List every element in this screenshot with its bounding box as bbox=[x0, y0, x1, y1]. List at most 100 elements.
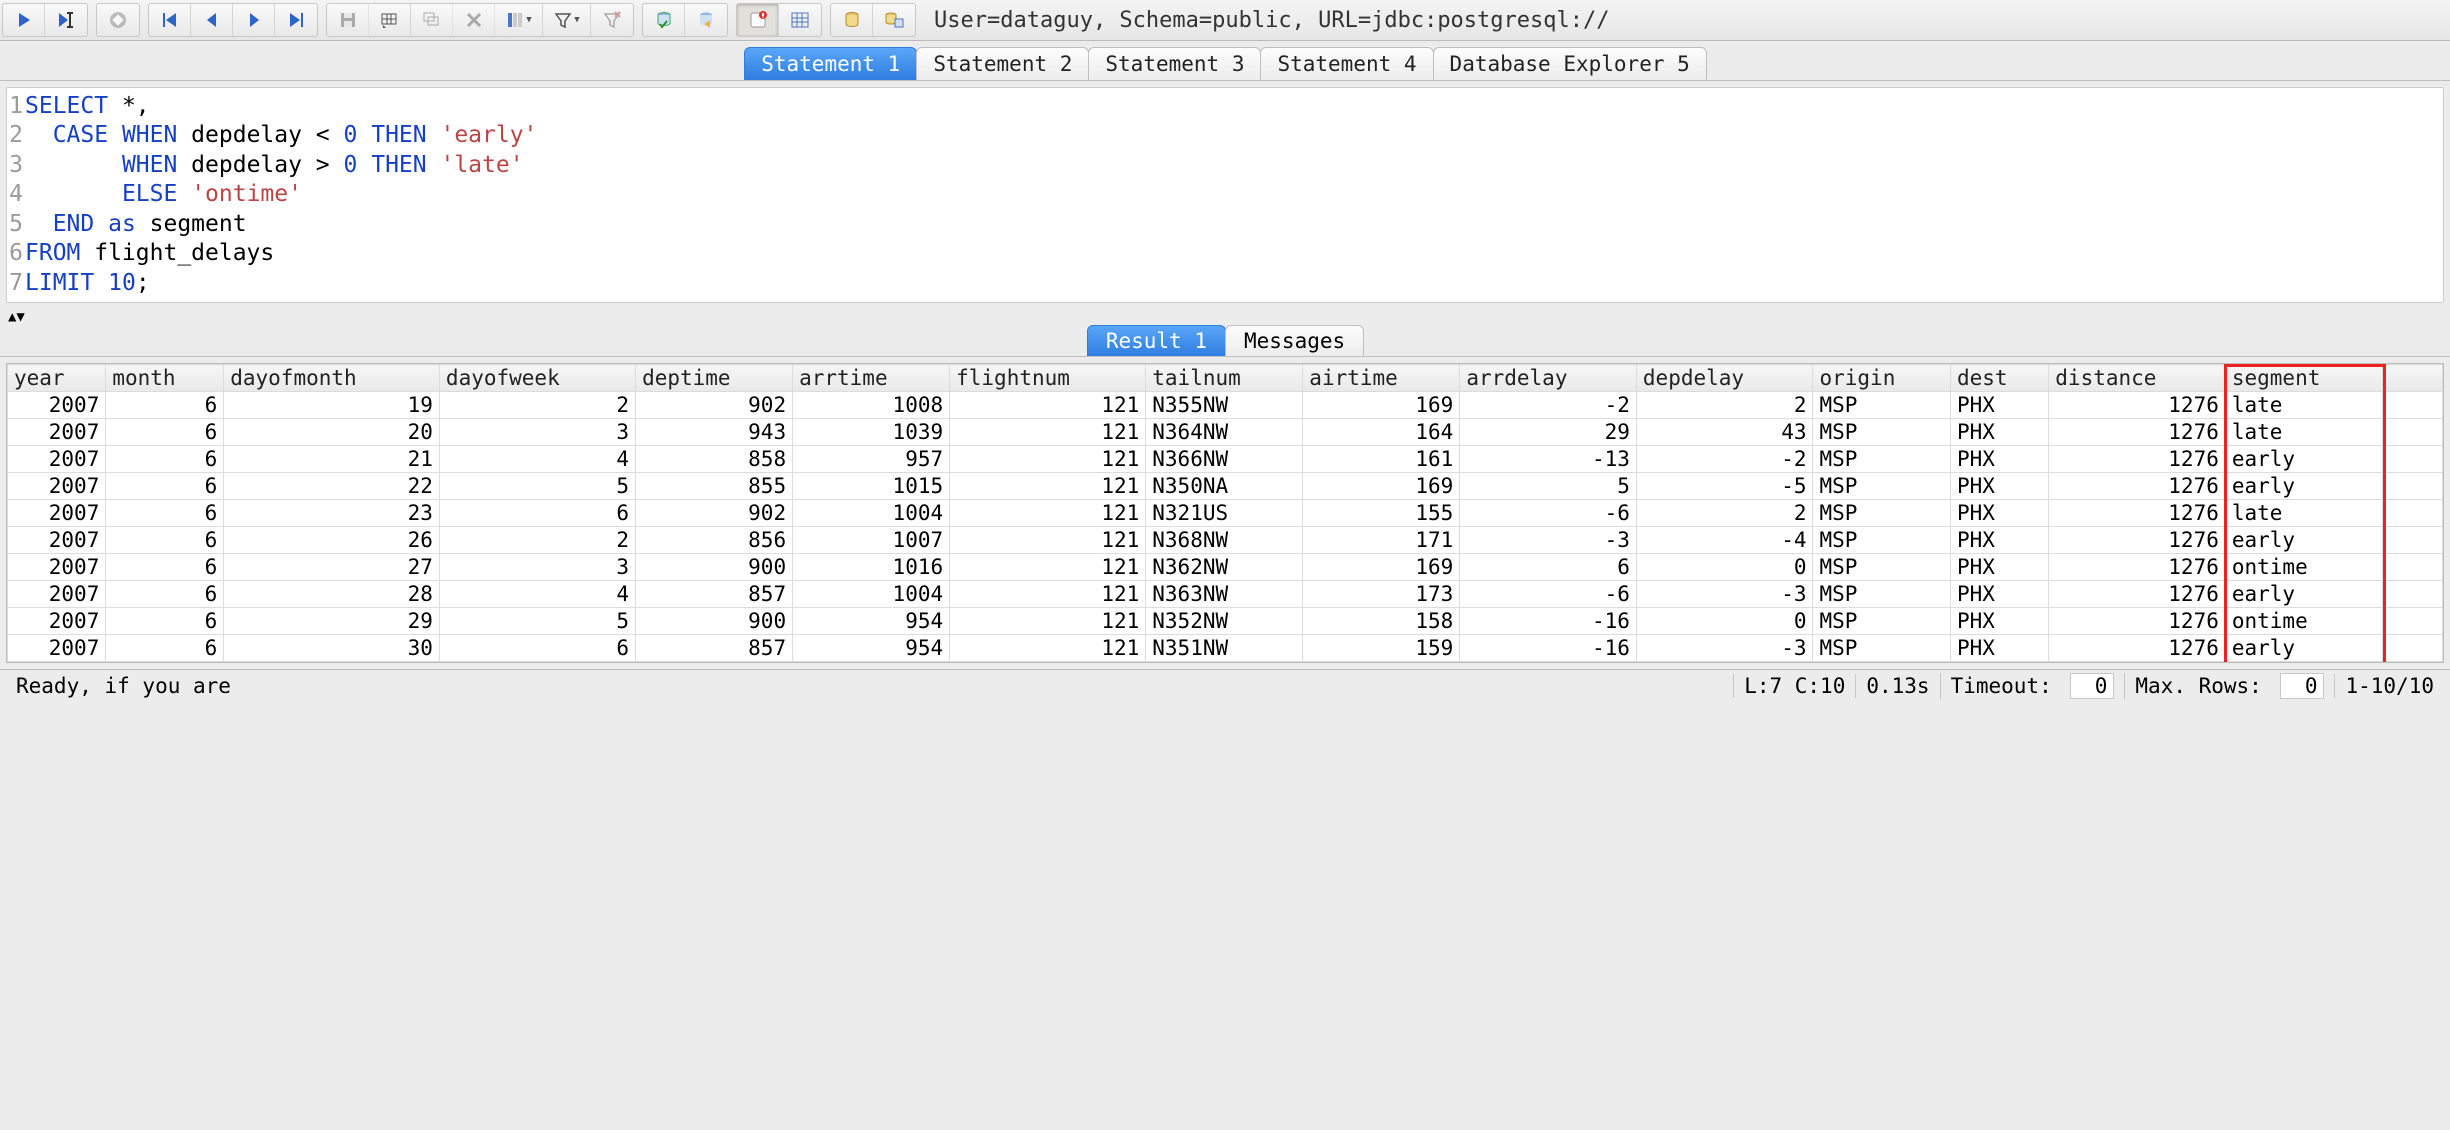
cell[interactable]: -16 bbox=[1460, 608, 1637, 635]
cell[interactable]: 161 bbox=[1303, 446, 1460, 473]
db-explorer-button[interactable] bbox=[831, 4, 873, 36]
cell[interactable]: 121 bbox=[950, 419, 1146, 446]
cell[interactable]: MSP bbox=[1813, 446, 1950, 473]
cell[interactable]: -16 bbox=[1460, 635, 1637, 662]
filter-button[interactable]: ▼ bbox=[543, 4, 591, 36]
cell[interactable]: MSP bbox=[1813, 608, 1950, 635]
cell[interactable]: early bbox=[2225, 635, 2382, 662]
cell[interactable]: 900 bbox=[636, 554, 793, 581]
cell[interactable]: N355NW bbox=[1146, 392, 1303, 419]
column-header[interactable]: tailnum bbox=[1146, 365, 1303, 392]
cell[interactable]: 29 bbox=[1460, 419, 1637, 446]
column-header[interactable]: month bbox=[106, 365, 224, 392]
code-line[interactable]: END as segment bbox=[25, 210, 247, 239]
cell[interactable]: PHX bbox=[1950, 608, 2048, 635]
cell[interactable]: PHX bbox=[1950, 527, 2048, 554]
cell[interactable]: 1276 bbox=[2049, 635, 2226, 662]
cell[interactable]: 2007 bbox=[8, 608, 106, 635]
cell[interactable]: 954 bbox=[793, 635, 950, 662]
cell[interactable]: 121 bbox=[950, 554, 1146, 581]
cell[interactable]: -5 bbox=[1636, 473, 1813, 500]
cell[interactable]: 1276 bbox=[2049, 392, 2226, 419]
result-tab[interactable]: Result 1 bbox=[1087, 325, 1226, 356]
cell[interactable]: 6 bbox=[106, 446, 224, 473]
cell[interactable]: 121 bbox=[950, 500, 1146, 527]
cell[interactable]: MSP bbox=[1813, 635, 1950, 662]
column-header[interactable]: arrtime bbox=[793, 365, 950, 392]
table-row[interactable]: 20076306857954121N351NW159-16-3MSPPHX127… bbox=[8, 635, 2443, 662]
cell[interactable]: MSP bbox=[1813, 500, 1950, 527]
table-row[interactable]: 200762848571004121N363NW173-6-3MSPPHX127… bbox=[8, 581, 2443, 608]
cell[interactable]: N364NW bbox=[1146, 419, 1303, 446]
db-objects-button[interactable] bbox=[873, 4, 915, 36]
cell[interactable]: 169 bbox=[1303, 554, 1460, 581]
cell[interactable]: PHX bbox=[1950, 446, 2048, 473]
cell[interactable]: early bbox=[2225, 473, 2382, 500]
table-row[interactable]: 20076214858957121N366NW161-13-2MSPPHX127… bbox=[8, 446, 2443, 473]
cell[interactable]: 1276 bbox=[2049, 527, 2226, 554]
cell[interactable]: 6 bbox=[1460, 554, 1637, 581]
save-button[interactable] bbox=[327, 4, 369, 36]
cell[interactable]: -2 bbox=[1460, 392, 1637, 419]
cell[interactable]: MSP bbox=[1813, 527, 1950, 554]
cell[interactable]: 2007 bbox=[8, 554, 106, 581]
cell[interactable]: 164 bbox=[1303, 419, 1460, 446]
cell[interactable]: 1016 bbox=[793, 554, 950, 581]
cell[interactable]: -3 bbox=[1636, 635, 1813, 662]
cell[interactable]: 2007 bbox=[8, 527, 106, 554]
cell[interactable]: 6 bbox=[106, 500, 224, 527]
cell[interactable]: 29 bbox=[224, 608, 440, 635]
cell[interactable]: 0 bbox=[1636, 608, 1813, 635]
statement-tab[interactable]: Database Explorer 5 bbox=[1433, 47, 1707, 80]
code-line[interactable]: FROM flight_delays bbox=[25, 239, 274, 268]
cell[interactable]: 1004 bbox=[793, 581, 950, 608]
autocommit-toggle[interactable] bbox=[737, 4, 779, 36]
cell[interactable]: N366NW bbox=[1146, 446, 1303, 473]
cell[interactable]: MSP bbox=[1813, 392, 1950, 419]
cell[interactable]: 23 bbox=[224, 500, 440, 527]
cell[interactable]: 6 bbox=[439, 500, 635, 527]
cell[interactable]: 5 bbox=[439, 608, 635, 635]
cell[interactable]: 1276 bbox=[2049, 500, 2226, 527]
cell[interactable]: 4 bbox=[439, 581, 635, 608]
cell[interactable]: MSP bbox=[1813, 419, 1950, 446]
cell[interactable]: 1276 bbox=[2049, 419, 2226, 446]
result-tab[interactable]: Messages bbox=[1225, 325, 1364, 356]
statement-tab[interactable]: Statement 1 bbox=[744, 47, 917, 80]
timeout-value[interactable]: 0 bbox=[2070, 673, 2114, 699]
cell[interactable]: 27 bbox=[224, 554, 440, 581]
cell[interactable]: 943 bbox=[636, 419, 793, 446]
cell[interactable]: 2007 bbox=[8, 500, 106, 527]
table-row[interactable]: 200762039431039121N364NW1642943MSPPHX127… bbox=[8, 419, 2443, 446]
column-header[interactable]: dayofmonth bbox=[224, 365, 440, 392]
cell[interactable]: 1004 bbox=[793, 500, 950, 527]
cell[interactable]: 957 bbox=[793, 446, 950, 473]
cell[interactable]: 121 bbox=[950, 581, 1146, 608]
cell[interactable]: 858 bbox=[636, 446, 793, 473]
column-header[interactable]: origin bbox=[1813, 365, 1950, 392]
run-button[interactable] bbox=[3, 4, 45, 36]
cell[interactable]: 857 bbox=[636, 581, 793, 608]
cell[interactable]: 2 bbox=[439, 392, 635, 419]
column-header[interactable]: deptime bbox=[636, 365, 793, 392]
cell[interactable]: 2 bbox=[1636, 392, 1813, 419]
table-row[interactable]: 200762628561007121N368NW171-3-4MSPPHX127… bbox=[8, 527, 2443, 554]
statement-tab[interactable]: Statement 2 bbox=[916, 47, 1089, 80]
cell[interactable]: 2007 bbox=[8, 392, 106, 419]
cell[interactable]: 6 bbox=[106, 635, 224, 662]
cell[interactable]: 2 bbox=[1636, 500, 1813, 527]
column-header[interactable]: depdelay bbox=[1636, 365, 1813, 392]
cell[interactable]: PHX bbox=[1950, 635, 2048, 662]
cell[interactable]: 1276 bbox=[2049, 581, 2226, 608]
cell[interactable]: early bbox=[2225, 581, 2382, 608]
cell[interactable]: 6 bbox=[106, 527, 224, 554]
cell[interactable]: 1276 bbox=[2049, 446, 2226, 473]
cell[interactable]: N350NA bbox=[1146, 473, 1303, 500]
cell[interactable]: 6 bbox=[106, 419, 224, 446]
cell[interactable]: N362NW bbox=[1146, 554, 1303, 581]
add-row-button[interactable] bbox=[369, 4, 411, 36]
cell[interactable]: ontime bbox=[2225, 608, 2382, 635]
cell[interactable]: 902 bbox=[636, 500, 793, 527]
delete-row-button[interactable] bbox=[453, 4, 495, 36]
cell[interactable]: 169 bbox=[1303, 473, 1460, 500]
